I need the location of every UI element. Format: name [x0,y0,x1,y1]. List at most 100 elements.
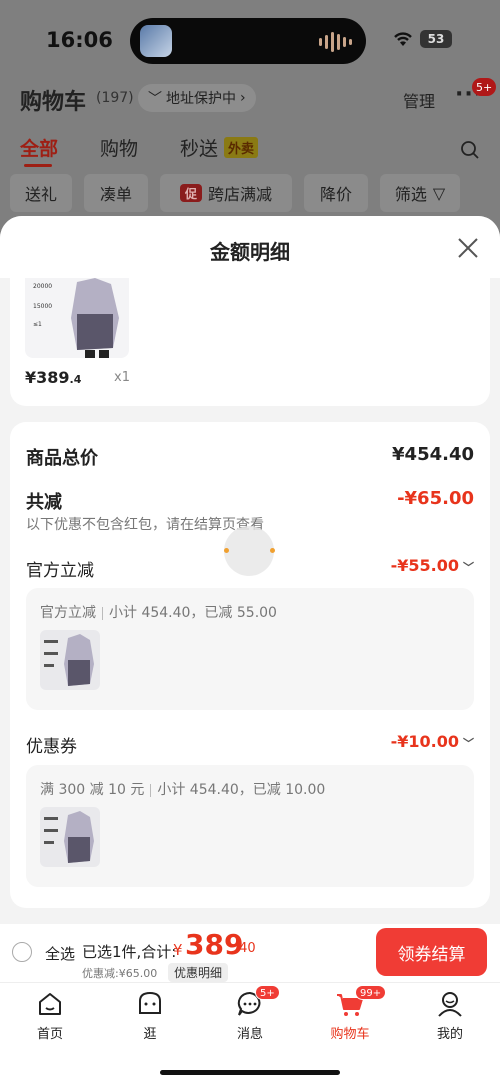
nav-browse[interactable]: 逛 [120,989,180,1042]
amount-detail-sheet: 20000 15000 ≤1 ¥389.4 x1 金额明细 商品总价 ¥454.… [0,216,500,924]
message-icon: 5+ [235,985,280,1019]
nav-label: 逛 [143,1027,157,1042]
product-image[interactable]: 20000 15000 ≤1 [25,278,129,358]
more-badge: 5+ [472,78,497,96]
coupon-detail-b: 小计 454.40，已减 10.00 [157,782,326,798]
discount-detail-button[interactable]: 优惠明细 [168,963,229,982]
takeout-badge: 外卖 [224,137,259,158]
status-bar: 16:06 53 [0,0,500,80]
coupon-detail-a: 满 300 减 10 元 [40,782,145,798]
discount-note: 以下优惠不包含红包，请在结算页查看 [26,517,264,533]
tab-bar: 全部 购物 秒送 外卖 [0,134,500,167]
promo-icon: 促 [179,184,202,202]
close-icon[interactable] [456,236,480,260]
browse-icon [135,989,165,1019]
chip-label: 筛选 [394,185,427,204]
select-all-label[interactable]: 全选 [45,943,75,964]
tab-flash-delivery[interactable]: 秒送 [180,134,218,161]
nav-cart[interactable]: 99+ 购物车 [320,985,387,1042]
product-thumbnail[interactable] [40,630,100,690]
checkout-bar: 全选 已选1件,合计: ¥ 389 .40 优惠减:¥65.00 优惠明细 领券… [0,924,500,982]
discount-value: -¥65.00 [397,488,474,509]
official-detail-text: 官方立减 小计 454.40，已减 55.00 [40,602,277,622]
loading-spinner [224,526,275,576]
official-discount-value: -¥55.00 [390,556,459,575]
status-time: 16:06 [46,28,113,52]
total-value: ¥454.40 [392,444,474,465]
total-label: 商品总价 [26,448,98,469]
jacket-image [44,634,94,686]
page-title: 购物车 [20,90,87,115]
address-protection-pill[interactable]: ﹀ 地址保护中 › [138,84,256,112]
chip-filter[interactable]: 筛选 ▽ [380,174,460,212]
total-currency: ¥ [173,941,183,959]
filter-icon: ▽ [432,183,446,203]
coupon-toggle[interactable]: -¥10.00 ﹀ [391,732,474,751]
price-int: ¥389 [25,368,70,387]
price-breakdown-card: 商品总价 ¥454.40 共减 -¥65.00 以下优惠不包含红包，请在结算页查… [10,422,490,908]
chevron-down-icon: ﹀ [463,737,474,750]
discount-summary: 优惠减:¥65.00 [82,967,158,980]
coupon-detail-text: 满 300 减 10 元小计 454.40，已减 10.00 [40,779,325,799]
coupon-value: -¥10.00 [390,732,459,751]
nav-label: 购物车 [330,1027,370,1042]
chip-label: 跨店满减 [207,185,272,204]
svg-text:≤1: ≤1 [33,321,42,328]
tab-all[interactable]: 全部 [20,134,58,161]
jacket-image: 20000 15000 ≤1 [33,278,119,358]
svg-text:20000: 20000 [33,283,52,290]
chip-bundle[interactable]: 凑单 [84,174,148,212]
nav-label: 首页 [36,1027,63,1042]
chip-label: 送礼 [24,185,57,204]
chevron-down-icon: ﹀ [463,561,474,574]
battery-icon: 53 [420,30,452,48]
sheet-title: 金额明细 [210,240,290,264]
chip-price-drop[interactable]: 降价 [304,174,368,212]
jacket-image [44,811,94,863]
album-art-icon [140,25,172,57]
product-qty: x1 [114,370,130,385]
cart-badge: 99+ [355,985,387,1000]
discount-label: 共减 [26,492,62,513]
selected-summary: 已选1件,合计: [82,943,177,961]
message-badge: 5+ [255,985,280,1000]
checkout-button[interactable]: 领券结算 [376,928,487,976]
nav-profile[interactable]: 我的 [420,989,480,1042]
nav-label: 消息 [236,1027,263,1042]
official-detail-b: 小计 454.40，已减 55.00 [109,605,277,621]
dynamic-island[interactable] [130,18,366,64]
product-price: ¥389.4 [25,368,81,387]
chip-label: 凑单 [99,185,132,204]
svg-text:15000: 15000 [33,303,52,310]
coupon-detail: 满 300 减 10 元小计 454.40，已减 10.00 [26,765,474,887]
official-discount-toggle[interactable]: -¥55.00 ﹀ [391,556,474,575]
manage-button[interactable]: 管理 [403,88,435,112]
product-card: 20000 15000 ≤1 ¥389.4 x1 [10,278,490,406]
search-icon[interactable] [460,140,480,160]
official-discount-detail: 官方立减 小计 454.40，已减 55.00 [26,588,474,710]
price-dec: .4 [69,373,82,386]
home-indicator[interactable] [160,1070,340,1075]
official-discount-label: 官方立减 [26,561,94,581]
wifi-icon [394,32,412,46]
total-decimal: .40 [235,941,256,956]
home-icon [35,989,65,1019]
cart-count: (197) [96,90,134,106]
select-all-radio[interactable] [12,942,32,962]
chip-label: 降价 [319,185,352,204]
profile-icon [435,989,465,1019]
chip-gift[interactable]: 送礼 [10,174,72,212]
audio-wave-icon [319,32,352,52]
cart-icon: 99+ [335,985,387,1019]
tab-shopping[interactable]: 购物 [100,134,138,161]
nav-messages[interactable]: 5+ 消息 [220,985,280,1042]
nav-home[interactable]: 首页 [20,989,80,1042]
sheet-header: 金额明细 [0,216,500,278]
filter-chips: 送礼 凑单 促 跨店满减 降价 筛选 ▽ [0,174,500,212]
shield-icon: ﹀ [148,91,162,107]
coupon-label: 优惠券 [26,737,77,757]
product-thumbnail[interactable] [40,807,100,867]
nav-label: 我的 [436,1027,463,1042]
tab-underline [24,164,52,167]
chip-cross-store[interactable]: 促 跨店满减 [160,174,292,212]
